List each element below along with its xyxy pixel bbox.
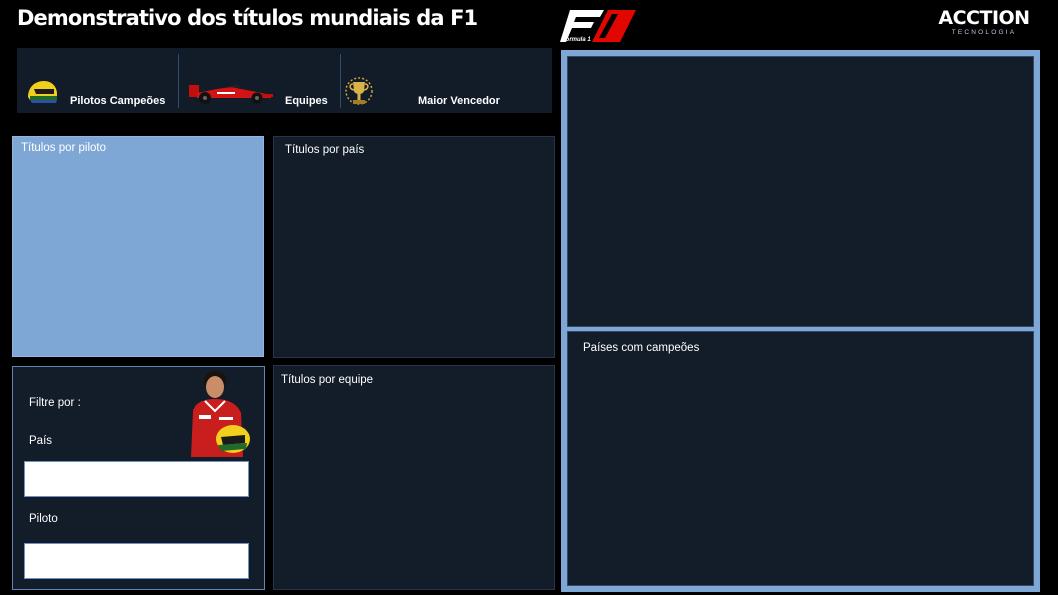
titulos-por-piloto-panel: Títulos por piloto	[12, 136, 264, 357]
kpi-divider	[178, 54, 179, 108]
page-title: Demonstrativo dos títulos mundiais da F1	[17, 6, 478, 30]
titulos-por-equipe-panel: Títulos por equipe	[273, 365, 555, 590]
kpi-pilotos-label: Pilotos Campeões	[70, 95, 166, 107]
kpi-maior-vencedor-label: Maior Vencedor	[418, 95, 500, 107]
race-car-icon	[189, 84, 273, 104]
pais-filter-input[interactable]	[24, 461, 249, 497]
filter-piloto-label: Piloto	[29, 513, 58, 525]
titulos-por-pais-title: Títulos por país	[285, 144, 365, 156]
brand-name: ACCTION	[938, 7, 1030, 29]
titulos-por-piloto-title: Títulos por piloto	[21, 142, 107, 154]
titulos-por-equipe-title: Títulos por equipe	[281, 374, 374, 386]
map-container: Países com campeões	[561, 50, 1040, 592]
helmet-icon	[28, 81, 57, 103]
filter-panel: Filtre por : País Piloto	[12, 366, 265, 590]
kpi-equipes-label: Equipes	[285, 95, 328, 107]
f1-logo-subtitle: Formula 1	[562, 37, 591, 43]
brand-logo: ACCTION TECNOLOGIA	[932, 7, 1036, 39]
brand-subtitle: TECNOLOGIA	[951, 29, 1017, 36]
filter-pais-label: País	[29, 435, 53, 447]
driver-portrait	[183, 367, 255, 457]
piloto-filter-input[interactable]	[24, 543, 249, 579]
map-visual-panel	[567, 56, 1034, 327]
paises-com-campeoes-panel: Países com campeões	[567, 331, 1034, 586]
trophy-icon	[345, 77, 373, 105]
kpi-bar: Pilotos Campeões Equipes Maior Vencedor	[17, 48, 552, 113]
paises-com-campeoes-title: Países com campeões	[583, 342, 700, 354]
filter-title: Filtre por :	[29, 397, 81, 409]
kpi-divider	[340, 54, 341, 108]
titulos-por-pais-panel: Títulos por país	[273, 136, 555, 358]
